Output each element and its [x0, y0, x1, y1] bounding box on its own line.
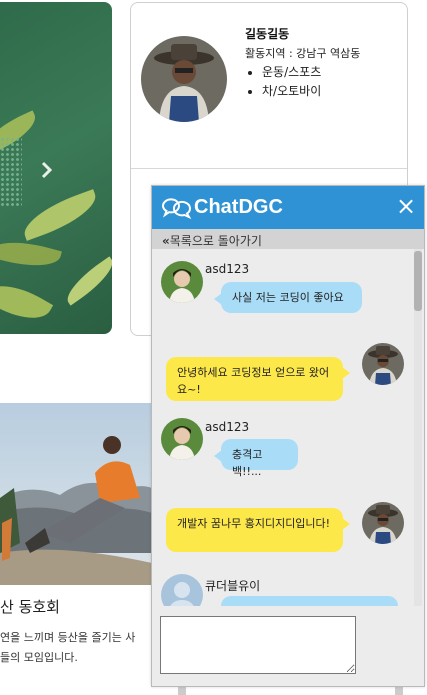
- profile-avatar: [141, 36, 227, 122]
- avatar: [161, 418, 203, 460]
- scrollbar-thumb[interactable]: [414, 251, 422, 311]
- interest-item: 차/오토바이: [262, 82, 321, 101]
- leaf-decoration: [17, 189, 103, 241]
- default-avatar-icon: [161, 574, 203, 606]
- avatar: [362, 502, 404, 544]
- message-username: asd123: [205, 420, 250, 434]
- message-bubble: 사실 저는 코딩이 좋아요: [214, 282, 362, 313]
- profile-area: 활동지역 : 강남구 역삼동: [245, 47, 361, 60]
- club-title[interactable]: 산 동호회: [0, 596, 60, 617]
- club-description: 연을 느끼며 등산을 즐기는 사 들의 모임입니다.: [0, 628, 160, 668]
- scrollbar[interactable]: [414, 249, 422, 606]
- club-description-line: 연을 느끼며 등산을 즐기는 사: [0, 631, 136, 644]
- leaf-decoration: [0, 272, 54, 332]
- leaf-decoration: [60, 256, 112, 306]
- message-bubble: 개발자 꿈나무 홍지디지디입니다!: [166, 508, 350, 552]
- message-input[interactable]: [160, 616, 356, 674]
- interest-list: 운동/스포츠 차/오토바이: [245, 63, 321, 101]
- message-bubble: [221, 596, 398, 606]
- back-to-list-link[interactable]: «목록으로 돌아가기: [162, 232, 262, 249]
- chat-bubbles-icon: [160, 197, 192, 220]
- profile-name: 길동길동: [245, 27, 290, 41]
- message-bubble: 안녕하세요 코딩정보 얻으로 왔어요~!: [166, 357, 350, 401]
- message-username: 큐더블유이: [205, 579, 261, 593]
- chevron-right-icon[interactable]: [40, 160, 58, 180]
- divider: [131, 168, 407, 169]
- chat-window: ChatDGC × «목록으로 돌아가기 asd123 사실 저는 코딩이 좋아…: [151, 185, 425, 687]
- back-bar: «목록으로 돌아가기: [152, 229, 424, 249]
- close-icon[interactable]: ×: [394, 194, 418, 218]
- avatar: [362, 343, 404, 385]
- club-photo[interactable]: [0, 403, 152, 585]
- club-description-line: 들의 모임입니다.: [0, 651, 78, 664]
- double-chevron-left-icon: «: [162, 234, 170, 248]
- message-bubble: 충격고백!!...: [214, 439, 298, 478]
- chat-header: ChatDGC ×: [152, 186, 424, 229]
- avatar: [161, 261, 203, 303]
- back-to-list-label: 목록으로 돌아가기: [169, 234, 262, 248]
- message-username: asd123: [205, 262, 250, 276]
- banner-carousel: [0, 2, 112, 334]
- dot-pattern: [0, 137, 22, 207]
- interest-item: 운동/스포츠: [262, 63, 321, 82]
- leaf-decoration: [0, 233, 62, 275]
- chat-title: ChatDGC: [194, 196, 283, 218]
- message-list[interactable]: asd123 사실 저는 코딩이 좋아요 안녕하세요 코딩정보 얻으로 왔어요~…: [152, 249, 424, 606]
